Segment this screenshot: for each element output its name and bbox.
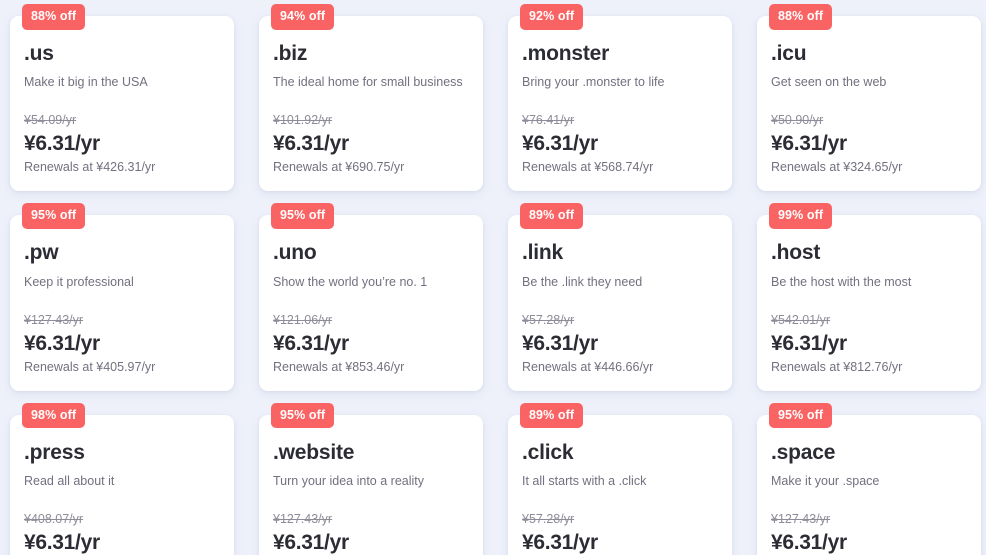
tld-name: .biz (273, 42, 308, 65)
tld-tagline: Make it your .space (771, 474, 880, 489)
tld-name: .space (771, 440, 836, 464)
discount-badge: 98% off (22, 402, 86, 429)
discount-badge: 92% off (520, 4, 584, 30)
discount-badge: 95% off (271, 203, 335, 229)
promo-price: ¥6.31/yr (771, 132, 847, 156)
original-price: ¥57.28/yr (522, 512, 575, 527)
domain-card-biz[interactable]: 94% off .biz The ideal home for small bu… (259, 4, 483, 192)
domain-card-website[interactable]: 95% off .website Turn your idea into a r… (259, 402, 483, 555)
tld-tagline: Bring your .monster to life (522, 75, 665, 90)
original-price: ¥121.06/yr (273, 312, 333, 327)
tld-tagline: Make it big in the USA (24, 75, 148, 90)
tld-name: .host (771, 241, 821, 265)
discount-badge: 88% off (22, 4, 86, 30)
tld-name: .monster (522, 42, 610, 65)
renewal-price: Renewals at ¥324.65/yr (771, 160, 903, 175)
tld-tagline: Turn your idea into a reality (273, 474, 425, 489)
tld-tagline: Keep it professional (24, 274, 134, 289)
promo-price: ¥6.31/yr (24, 331, 100, 355)
domain-card-click[interactable]: 89% off .click It all starts with a .cli… (508, 402, 732, 555)
renewal-price: Renewals at ¥690.75/yr (273, 160, 405, 175)
renewal-price: Renewals at ¥853.46/yr (273, 359, 405, 374)
domain-card-link[interactable]: 89% off .link Be the .link they need ¥57… (508, 203, 732, 391)
renewal-price: Renewals at ¥426.31/yr (24, 160, 156, 175)
domain-card-press[interactable]: 98% off .press Read all about it ¥408.07… (10, 402, 234, 555)
domain-card-uno[interactable]: 95% off .uno Show the world you’re no. 1… (259, 203, 483, 391)
tld-name: .click (522, 440, 574, 464)
promo-price: ¥6.31/yr (24, 132, 100, 156)
discount-badge: 99% off (769, 203, 833, 229)
promo-price: ¥6.31/yr (273, 531, 349, 555)
original-price: ¥127.43/yr (24, 312, 84, 327)
discount-badge: 95% off (271, 402, 335, 429)
tld-name: .icu (771, 42, 807, 65)
domain-card-grid: 88% off .us Make it big in the USA ¥54.0… (0, 0, 986, 555)
tld-name: .us (24, 42, 54, 65)
discount-badge: 89% off (520, 402, 584, 429)
original-price: ¥57.28/yr (522, 312, 575, 327)
domain-card-monster[interactable]: 92% off .monster Bring your .monster to … (508, 4, 732, 192)
original-price: ¥54.09/yr (24, 113, 77, 128)
domain-card-host[interactable]: 99% off .host Be the host with the most … (757, 203, 981, 391)
tld-tagline: It all starts with a .click (522, 474, 647, 489)
renewal-price: Renewals at ¥405.97/yr (24, 359, 156, 374)
renewal-price: Renewals at ¥446.66/yr (522, 359, 654, 374)
tld-tagline: Be the .link they need (522, 274, 643, 289)
promo-price: ¥6.31/yr (273, 132, 349, 156)
original-price: ¥408.07/yr (24, 512, 84, 527)
tld-name: .press (24, 440, 85, 464)
promo-price: ¥6.31/yr (771, 531, 847, 555)
discount-badge: 95% off (22, 203, 86, 229)
promo-price: ¥6.31/yr (522, 331, 598, 355)
discount-badge: 94% off (271, 4, 335, 30)
original-price: ¥127.43/yr (273, 512, 333, 527)
original-price: ¥50.90/yr (771, 113, 824, 128)
tld-tagline: Get seen on the web (771, 75, 887, 90)
tld-name: .uno (273, 241, 317, 265)
domain-card-pw[interactable]: 95% off .pw Keep it professional ¥127.43… (10, 203, 234, 391)
tld-tagline: Read all about it (24, 474, 115, 489)
tld-name: .website (273, 440, 355, 464)
tld-tagline: Show the world you’re no. 1 (273, 274, 428, 289)
discount-badge: 95% off (769, 402, 833, 429)
renewal-price: Renewals at ¥812.76/yr (771, 359, 903, 374)
domain-card-icu[interactable]: 88% off .icu Get seen on the web ¥50.90/… (757, 4, 981, 192)
original-price: ¥76.41/yr (522, 113, 575, 128)
domain-card-space[interactable]: 95% off .space Make it your .space ¥127.… (757, 402, 981, 555)
promo-price: ¥6.31/yr (24, 531, 100, 555)
promo-price: ¥6.31/yr (522, 531, 598, 555)
promo-price: ¥6.31/yr (273, 331, 349, 355)
tld-tagline: Be the host with the most (771, 274, 912, 289)
original-price: ¥101.92/yr (273, 113, 333, 128)
original-price: ¥542.01/yr (771, 312, 831, 327)
original-price: ¥127.43/yr (771, 512, 831, 527)
discount-badge: 89% off (520, 203, 584, 229)
tld-name: .link (522, 241, 564, 265)
promo-price: ¥6.31/yr (771, 331, 847, 355)
domain-card-us[interactable]: 88% off .us Make it big in the USA ¥54.0… (10, 4, 234, 192)
tld-tagline: The ideal home for small business (273, 75, 463, 90)
promo-price: ¥6.31/yr (522, 132, 598, 156)
renewal-price: Renewals at ¥568.74/yr (522, 160, 654, 175)
discount-badge: 88% off (769, 4, 833, 30)
tld-name: .pw (24, 241, 59, 265)
